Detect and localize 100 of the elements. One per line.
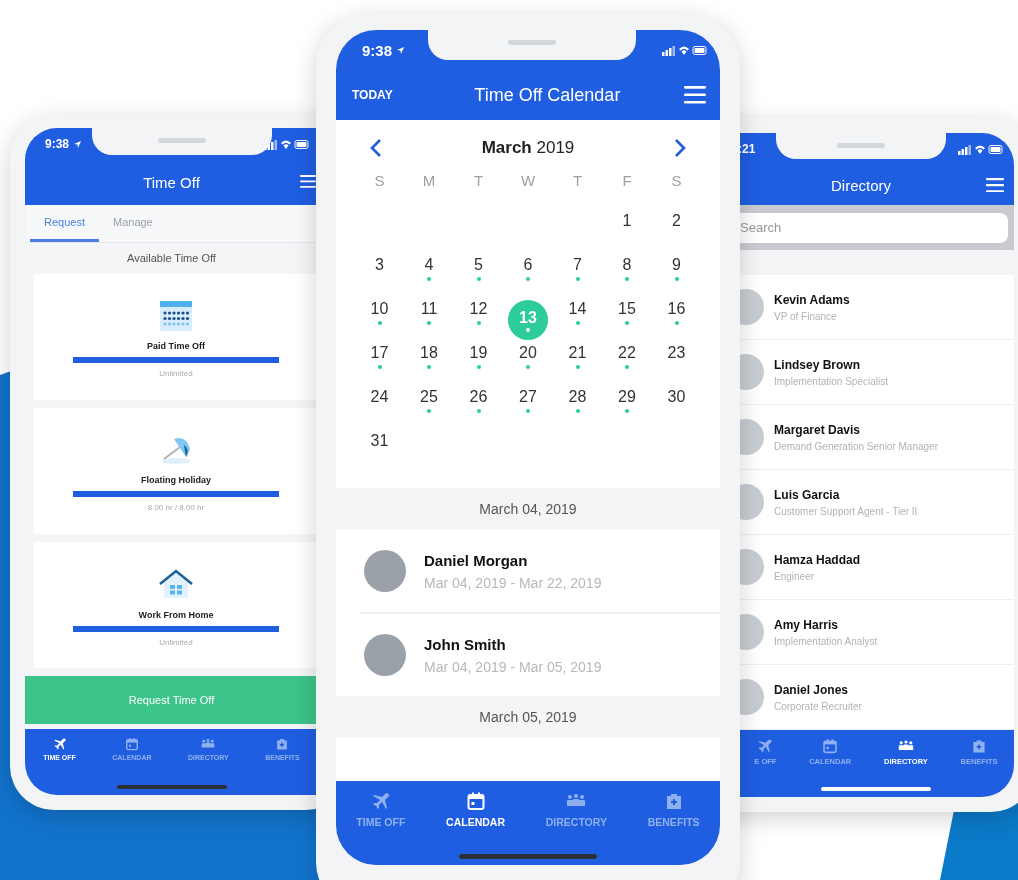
weekday-label: W: [519, 172, 537, 191]
calendar-day[interactable]: 11: [404, 300, 454, 344]
person-role: Implementation Analyst: [774, 635, 878, 647]
avatar: [738, 289, 764, 325]
calendar-day[interactable]: 23: [651, 344, 702, 388]
avatar: [364, 634, 406, 676]
calendar-day[interactable]: 2: [651, 212, 702, 256]
tab-bar-item[interactable]: CALENDAR: [446, 791, 505, 828]
calendar-day[interactable]: 21: [552, 344, 603, 388]
calendar-day[interactable]: 28: [552, 388, 603, 432]
person-name: Kevin Adams: [774, 292, 850, 307]
calendar-day[interactable]: 9: [651, 256, 702, 300]
weekday-label: M: [421, 172, 437, 191]
menu-icon[interactable]: [986, 178, 1004, 193]
calendar-day[interactable]: 18: [404, 344, 454, 388]
calendar-day[interactable]: 6: [503, 256, 553, 300]
calendar-day[interactable]: 1: [602, 212, 652, 256]
person-name: Amy Harris: [774, 617, 840, 632]
location-arrow-icon: [73, 139, 83, 149]
balance-reading: 8.00 hr / 8.00 hr: [147, 502, 205, 512]
calendar-day[interactable]: 20: [503, 344, 553, 388]
avatar: [738, 614, 764, 650]
calendar-icon: [822, 738, 839, 754]
balance-name: Floating Holiday: [141, 474, 211, 485]
calendar-day[interactable]: 29: [602, 388, 652, 432]
menu-icon[interactable]: [300, 175, 316, 188]
status-time: 9:38: [362, 41, 393, 59]
person-role: VP of Finance: [774, 310, 838, 322]
weekday-label: F: [621, 172, 633, 191]
person-name: Margaret Davis: [774, 422, 862, 437]
calendar-day[interactable]: 3: [354, 256, 405, 300]
location-arrow-icon: [396, 45, 406, 55]
signal-wifi-battery-icon: [662, 44, 708, 56]
avatar: [364, 550, 406, 592]
calendar-day[interactable]: 15: [602, 300, 652, 344]
medical-bag-icon: [275, 737, 290, 751]
tab[interactable]: Request: [30, 205, 99, 242]
calendar-day[interactable]: 12: [453, 300, 504, 344]
people-icon: [201, 737, 216, 751]
calendar-day[interactable]: 8: [602, 256, 652, 300]
calendar-day[interactable]: 22: [602, 344, 652, 388]
search-field[interactable]: Search: [738, 212, 1008, 243]
date-range: Mar 04, 2019 - Mar 05, 2019: [424, 658, 602, 675]
balance-name: Paid Time Off: [147, 340, 205, 351]
status-time: 9:38: [45, 137, 70, 151]
avatar: [738, 354, 764, 390]
weekday-label: S: [670, 172, 683, 191]
calendar-day[interactable]: 14: [552, 300, 603, 344]
weekday-label: S: [373, 172, 386, 191]
calendar-day[interactable]: 25: [404, 388, 454, 432]
weekday-label: T: [571, 172, 584, 191]
menu-icon[interactable]: [684, 86, 706, 104]
house-icon: [158, 567, 194, 600]
person-name: Daniel Morgan: [424, 551, 529, 569]
calendar-day[interactable]: 4: [404, 256, 454, 300]
person-name: Daniel Jones: [774, 682, 850, 697]
calendar-day[interactable]: 31: [354, 432, 405, 476]
calendar-day[interactable]: 10: [354, 300, 405, 344]
screen-title: Time Off: [143, 174, 200, 191]
balance-card[interactable]: Floating Holiday 8.00 hr / 8.00 hr: [34, 408, 318, 534]
calendar-grid-icon: [160, 300, 192, 331]
chevron-left-icon[interactable]: [370, 138, 382, 158]
person-role: Engineer: [774, 570, 816, 582]
month-title: March 2019: [481, 138, 575, 158]
airplane-icon: [52, 737, 67, 751]
balance-reading: Unlimited: [159, 637, 193, 647]
date-header: March 05, 2019: [478, 708, 578, 727]
calendar-day[interactable]: 27: [503, 388, 553, 432]
section-title: Available Time Off: [126, 251, 217, 266]
screen-title: Directory: [831, 176, 891, 194]
balance-name: Work From Home: [138, 609, 214, 620]
date-header: March 04, 2019: [478, 500, 578, 519]
balance-card[interactable]: Work From Home Unlimited: [34, 542, 318, 668]
person-role: Demand Generation Senior Manager: [774, 440, 938, 452]
calendar-day[interactable]: 30: [651, 388, 702, 432]
calendar-day[interactable]: 24: [354, 388, 405, 432]
avatar: [738, 549, 764, 585]
screen-title: Time Off Calendar: [474, 84, 621, 106]
weekday-label: T: [472, 172, 485, 191]
calendar-day[interactable]: 17: [354, 344, 405, 388]
balance-reading: Unlimited: [159, 368, 193, 378]
calendar-day[interactable]: 19: [453, 344, 504, 388]
calendar-day[interactable]: 16: [651, 300, 702, 344]
person-role: Implementation Specialist: [774, 375, 888, 387]
balance-card[interactable]: Paid Time Off Unlimited: [34, 274, 318, 400]
avatar: [738, 419, 764, 455]
avatar: [738, 679, 764, 715]
calendar-icon: [124, 737, 139, 751]
today-button[interactable]: TODAY: [352, 88, 393, 102]
calendar-day[interactable]: 26: [453, 388, 504, 432]
chevron-right-icon[interactable]: [674, 138, 686, 158]
person-name: Luis Garcia: [774, 487, 841, 502]
airplane-icon: [757, 738, 774, 754]
person-name: Hamza Haddad: [774, 552, 861, 567]
person-name: Lindsey Brown: [774, 357, 861, 372]
medical-bag-icon: [971, 738, 988, 754]
calendar-day[interactable]: 7: [552, 256, 603, 300]
calendar-day[interactable]: 5: [453, 256, 504, 300]
person-name: John Smith: [424, 635, 507, 653]
signal-wifi-battery-icon: [958, 143, 1004, 155]
